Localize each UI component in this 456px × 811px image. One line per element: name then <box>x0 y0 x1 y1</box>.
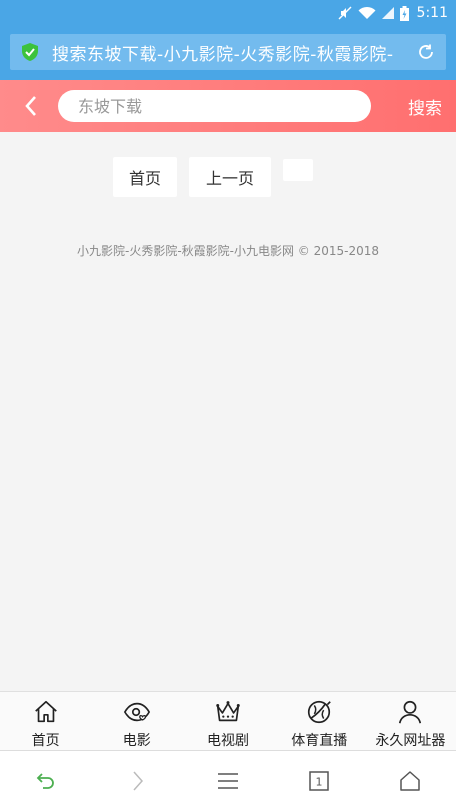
signal-icon <box>381 6 394 20</box>
shield-check-icon <box>22 43 38 61</box>
menu-icon <box>218 773 238 789</box>
nav-item-tv-series[interactable]: 电视剧 <box>182 692 273 750</box>
browser-back-button[interactable] <box>0 769 91 793</box>
eye-heart-icon <box>123 702 150 722</box>
browser-forward-button[interactable] <box>91 769 182 793</box>
footer-copyright: 小九影院-火秀影院-秋霞影院-小九电影网 © 2015-2018 <box>76 244 380 258</box>
bottom-nav: 首页 电影 电视剧 体育直播 永久网址器 <box>0 691 456 750</box>
url-title: 搜索东坡下载-小九影院-火秀影院-秋霞影院- <box>52 44 394 65</box>
search-header: 搜索 <box>0 80 456 132</box>
nav-label: 电影 <box>122 733 151 749</box>
browser-tabs-button[interactable]: 1 <box>274 769 365 793</box>
home-outline-icon <box>400 771 421 791</box>
battery-icon <box>399 5 409 21</box>
back-button[interactable] <box>18 91 44 121</box>
pager-home-button[interactable]: 首页 <box>113 157 177 197</box>
browser-menu-button[interactable] <box>182 769 273 793</box>
nav-item-sports-live[interactable]: 体育直播 <box>274 692 365 750</box>
crown-icon <box>216 701 240 722</box>
nav-item-movie[interactable]: 电影 <box>91 692 182 750</box>
pager-blank-button[interactable] <box>283 159 313 181</box>
search-input[interactable] <box>58 90 371 122</box>
search-button[interactable]: 搜索 <box>408 94 442 119</box>
tab-count: 1 <box>316 776 323 789</box>
chevron-left-icon <box>25 96 36 116</box>
browser-home-button[interactable] <box>365 769 456 793</box>
home-icon <box>34 700 57 723</box>
reload-icon[interactable] <box>416 42 436 62</box>
wifi-icon <box>358 6 376 20</box>
nav-label: 体育直播 <box>291 733 348 749</box>
nav-item-permanent-url[interactable]: 永久网址器 <box>365 692 456 750</box>
status-time: 5:11 <box>416 5 448 21</box>
nav-label: 电视剧 <box>207 733 249 749</box>
pager-prev-button[interactable]: 上一页 <box>189 157 271 197</box>
browser-toolbar: 1 <box>0 750 456 811</box>
nav-label: 永久网址器 <box>375 733 446 749</box>
nav-label: 首页 <box>31 733 60 749</box>
forward-arrow-icon <box>133 771 143 791</box>
back-arrow-icon <box>36 773 54 789</box>
ball-icon <box>308 700 331 724</box>
user-icon <box>399 700 422 724</box>
status-bar: 5:11 <box>0 0 456 26</box>
url-bar[interactable]: 搜索东坡下载-小九影院-火秀影院-秋霞影院- <box>10 34 446 70</box>
tabs-icon: 1 <box>309 771 329 791</box>
url-bar-container: 搜索东坡下载-小九影院-火秀影院-秋霞影院- <box>0 26 456 80</box>
pager: 首页 上一页 <box>0 157 456 197</box>
nav-item-home[interactable]: 首页 <box>0 692 91 750</box>
mute-icon <box>338 6 352 20</box>
